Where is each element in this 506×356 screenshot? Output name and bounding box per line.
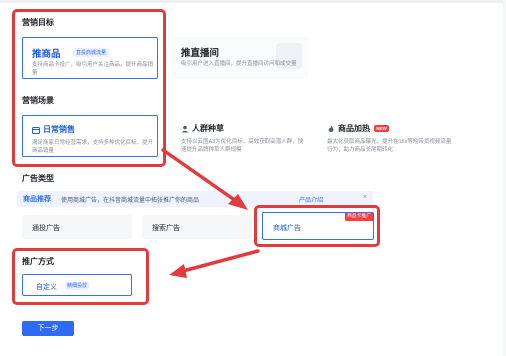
next-step-button[interactable]: 下一步: [22, 321, 74, 336]
calendar-icon: [32, 126, 40, 134]
goal-card-tag: 直投商城流量: [73, 48, 110, 57]
arrow-to-promo-method: [181, 249, 260, 273]
scene-card-title-row: 日常销售: [32, 124, 75, 135]
ad-type-mall[interactable]: 商品卡推广 商城广告: [262, 212, 374, 240]
arrowhead-to-promo-method: [169, 264, 187, 278]
ad-type-label: 通投广告: [32, 225, 60, 232]
scene-card-daily[interactable]: 日常销售 满足商家日常经营需求，支持多种优化目标，提升商品销量: [22, 115, 158, 157]
scene-card-title: 日常销售: [43, 125, 75, 134]
goal-card-product[interactable]: 推商品 直投商城流量 支持商品卡投广，吸引用户关注商品，提升商品销量: [22, 37, 158, 79]
mall-corner-badge: 商品卡推广: [345, 213, 373, 221]
scene-card-title: 人群种草: [192, 124, 224, 133]
banner-close-icon[interactable]: ×: [363, 194, 367, 201]
ad-type-label: 商城广告: [273, 225, 301, 232]
ad-type-banner: 商品推荐 使用商城广告，在抖音商城流量中拓张推广你的商品 产品介绍 ×: [17, 191, 373, 207]
banner-tag: 商品推荐: [23, 196, 51, 203]
marketing-scene-heading: 营销场景: [22, 96, 54, 105]
new-badge: NEW: [374, 125, 389, 133]
scene-card-desc: 支持以云图A3为优化目标，高效获取高潜人群，快速提升品牌种草人群规模: [181, 139, 304, 153]
ad-type-label: 搜索广告: [152, 225, 180, 232]
scene-card-title: 商品加热: [338, 124, 370, 133]
promo-method-custom[interactable]: 自定义 精细投放: [22, 274, 132, 296]
goal-card-title: 推商品: [32, 49, 61, 60]
goal-card-title: 推直播间: [181, 48, 220, 59]
marketing-goal-heading: 营销目标: [22, 18, 54, 27]
banner-text: 使用商城广告，在抖音商城流量中拓张推广你的商品: [61, 198, 200, 204]
people-icon: [181, 125, 189, 133]
scene-card-boost[interactable]: 商品加热 NEW 最大化获取商品曝光，提升在15s等短带货视频流量行为，助力商品…: [318, 115, 454, 157]
scene-card-title-row: 商品加热 NEW: [327, 123, 389, 134]
scene-card-title-row: 人群种草: [181, 123, 224, 134]
flame-icon: [328, 125, 334, 132]
scene-card-desc: 满足商家日常经营需求，支持多种优化目标，提升商品销量: [32, 140, 154, 154]
goal-card-live[interactable]: 推直播间 吸引用户进入直播间，提升直播间访问和成交量: [172, 37, 308, 79]
goal-card-desc: 支持商品卡投广，吸引用户关注商品，提升商品销量: [32, 62, 154, 76]
promo-method-heading: 推广方式: [22, 257, 54, 266]
ad-creation-page: 营销目标 推商品 直投商城流量 支持商品卡投广，吸引用户关注商品，提升商品销量 …: [0, 0, 506, 356]
ad-type-general[interactable]: 通投广告: [22, 215, 132, 239]
promo-method-tag: 精细投放: [65, 282, 90, 290]
goal-card-desc: 吸引用户进入直播间，提升直播间访问和成交量: [181, 61, 297, 67]
promo-method-label: 自定义: [36, 284, 57, 291]
scene-card-desc: 最大化获取商品曝光，提升在15s等短带货视频流量行为，助力商品长尾期转化: [327, 139, 452, 153]
ad-type-heading: 广告类型: [22, 174, 54, 183]
ad-type-search[interactable]: 搜索广告: [142, 215, 252, 239]
top-divider: [0, 0, 506, 3]
banner-link[interactable]: 产品介绍: [299, 195, 323, 204]
scene-card-seeding[interactable]: 人群种草 支持以云图A3为优化目标，高效获取高潜人群，快速提升品牌种草人群规模: [172, 115, 308, 157]
